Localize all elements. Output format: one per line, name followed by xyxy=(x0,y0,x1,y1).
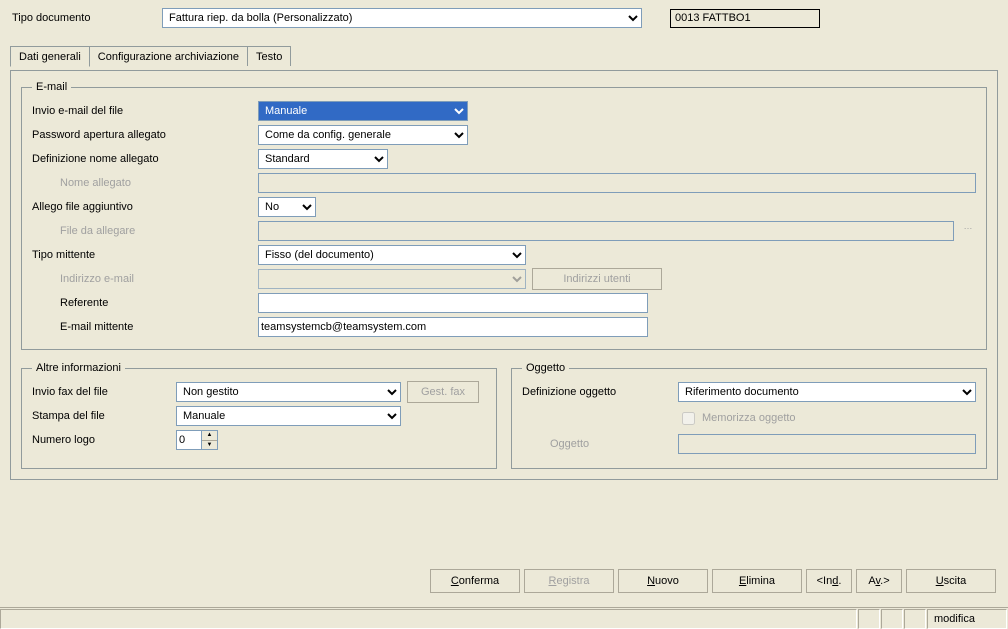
status-pane-main xyxy=(0,609,857,629)
numero-logo-label: Numero logo xyxy=(32,434,170,446)
indirizzo-email-label: Indirizzo e-mail xyxy=(32,273,252,285)
stampa-label: Stampa del file xyxy=(32,410,170,422)
altre-informazioni-fieldset: Altre informazioni Invio fax del file No… xyxy=(21,362,497,469)
memorizza-oggetto-checkbox: Memorizza oggetto xyxy=(678,409,796,428)
memorizza-oggetto-check-icon xyxy=(682,412,695,425)
status-bar: modifica xyxy=(0,607,1008,629)
tab-strip: Dati generaliConfigurazione archiviazion… xyxy=(10,46,1008,70)
email-fieldset: E-mail Invio e-mail del file Manuale Pas… xyxy=(21,81,987,350)
status-pane-2 xyxy=(881,609,903,629)
invio-email-label: Invio e-mail del file xyxy=(32,105,252,117)
def-oggetto-label: Definizione oggetto xyxy=(522,386,672,398)
tipo-mittente-select[interactable]: Fisso (del documento) xyxy=(258,245,526,265)
nome-allegato-input xyxy=(258,173,976,193)
oggetto-text-label: Oggetto xyxy=(522,438,672,450)
invio-email-select[interactable]: Manuale xyxy=(258,101,468,121)
status-pane-3 xyxy=(904,609,926,629)
numero-logo-input[interactable] xyxy=(176,430,202,450)
oggetto-input xyxy=(678,434,976,454)
tab-panel-dati-generali: E-mail Invio e-mail del file Manuale Pas… xyxy=(10,70,998,480)
email-mittente-input[interactable] xyxy=(258,317,648,337)
allego-aggiuntivo-label: Allego file aggiuntivo xyxy=(32,201,252,213)
gest-fax-button: Gest. fax xyxy=(407,381,479,403)
def-nome-allegato-label: Definizione nome allegato xyxy=(32,153,252,165)
nome-allegato-label: Nome allegato xyxy=(32,177,252,189)
ind-button[interactable]: <Ind. xyxy=(806,569,852,593)
allego-aggiuntivo-select[interactable]: No xyxy=(258,197,316,217)
email-mittente-label: E-mail mittente xyxy=(32,321,252,333)
memorizza-oggetto-label: Memorizza oggetto xyxy=(702,412,796,424)
email-legend: E-mail xyxy=(32,81,71,93)
uscita-button[interactable]: Uscita xyxy=(906,569,996,593)
password-label: Password apertura allegato xyxy=(32,129,252,141)
file-da-allegare-input xyxy=(258,221,954,241)
spin-down-icon[interactable]: ▼ xyxy=(202,441,217,450)
referente-label: Referente xyxy=(32,297,252,309)
tab-dati-generali[interactable]: Dati generali xyxy=(10,46,90,67)
tab-testo[interactable]: Testo xyxy=(247,46,291,66)
av-button[interactable]: Av.> xyxy=(856,569,902,593)
status-pane-mode: modifica xyxy=(927,609,1007,629)
spin-up-icon[interactable]: ▲ xyxy=(202,431,217,441)
tab-configurazione-archiviazione[interactable]: Configurazione archiviazione xyxy=(89,46,248,66)
conferma-button[interactable]: Conferma xyxy=(430,569,520,593)
file-browse-icon: … xyxy=(960,221,976,241)
password-select[interactable]: Come da config. generale xyxy=(258,125,468,145)
indirizzo-email-select xyxy=(258,269,526,289)
stampa-select[interactable]: Manuale xyxy=(176,406,401,426)
tipo-documento-select[interactable]: Fattura riep. da bolla (Personalizzato) xyxy=(162,8,642,28)
nuovo-button[interactable]: Nuovo xyxy=(618,569,708,593)
altre-legend: Altre informazioni xyxy=(32,362,125,374)
tipo-documento-label: Tipo documento xyxy=(12,12,154,24)
numero-logo-spinner[interactable]: ▲ ▼ xyxy=(176,430,218,450)
status-pane-1 xyxy=(858,609,880,629)
invio-fax-label: Invio fax del file xyxy=(32,386,170,398)
registra-button: Registra xyxy=(524,569,614,593)
elimina-button[interactable]: Elimina xyxy=(712,569,802,593)
action-button-bar: Conferma Registra Nuovo Elimina <Ind. Av… xyxy=(430,569,996,593)
oggetto-fieldset: Oggetto Definizione oggetto Riferimento … xyxy=(511,362,987,469)
oggetto-legend: Oggetto xyxy=(522,362,569,374)
indirizzi-utenti-button: Indirizzi utenti xyxy=(532,268,662,290)
referente-input[interactable] xyxy=(258,293,648,313)
invio-fax-select[interactable]: Non gestito xyxy=(176,382,401,402)
def-nome-allegato-select[interactable]: Standard xyxy=(258,149,388,169)
tipo-mittente-label: Tipo mittente xyxy=(32,249,252,261)
document-code-field: 0013 FATTBO1 xyxy=(670,9,820,28)
file-da-allegare-label: File da allegare xyxy=(32,225,252,237)
def-oggetto-select[interactable]: Riferimento documento xyxy=(678,382,976,402)
